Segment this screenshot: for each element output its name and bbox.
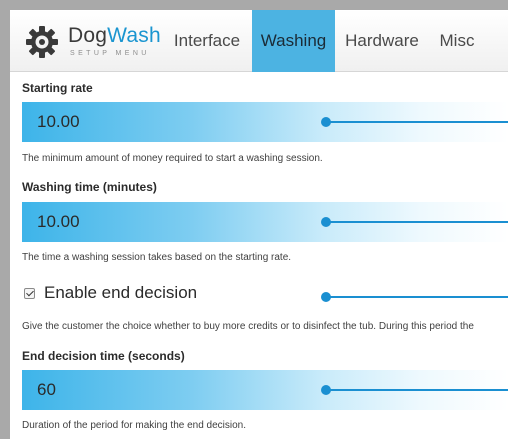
end-decision-label[interactable]: Enable end decision xyxy=(44,283,197,303)
washing-time-help: The time a washing session takes based o… xyxy=(22,252,292,263)
starting-rate-slider-handle[interactable] xyxy=(321,117,331,127)
tab-misc[interactable]: Misc xyxy=(429,10,485,72)
end-decision-time-slider-track[interactable] xyxy=(327,389,508,391)
washing-time-field xyxy=(22,202,508,242)
end-decision-time-input[interactable] xyxy=(22,370,322,410)
end-decision-slider-handle[interactable] xyxy=(321,292,331,302)
end-decision-toggle-row: Enable end decision xyxy=(22,283,508,305)
end-decision-slider-track[interactable] xyxy=(327,296,508,298)
window-frame-top xyxy=(0,0,508,10)
washing-time-input[interactable] xyxy=(22,202,322,242)
end-decision-time-help: Duration of the period for making the en… xyxy=(22,420,247,431)
end-decision-time-slider-handle[interactable] xyxy=(321,385,331,395)
brand-name: DogWash xyxy=(68,24,161,48)
window-frame-left xyxy=(0,0,10,439)
gear-icon xyxy=(26,26,58,58)
tab-interface[interactable]: Interface xyxy=(162,10,252,72)
washing-time-slider-handle[interactable] xyxy=(321,217,331,227)
tab-hardware[interactable]: Hardware xyxy=(335,10,429,72)
starting-rate-input[interactable] xyxy=(22,102,322,142)
starting-rate-help: The minimum amount of money required to … xyxy=(22,153,323,164)
washing-time-label: Washing time (minutes) xyxy=(22,180,157,194)
end-decision-time-label: End decision time (seconds) xyxy=(22,349,185,363)
brand-name-accent: Wash xyxy=(107,24,161,47)
tab-washing[interactable]: Washing xyxy=(252,10,335,72)
brand-name-main: Dog xyxy=(68,24,108,47)
starting-rate-slider-track[interactable] xyxy=(327,121,508,123)
washing-time-slider-track[interactable] xyxy=(327,221,508,223)
end-decision-checkbox[interactable] xyxy=(24,288,35,299)
starting-rate-field xyxy=(22,102,508,142)
brand-subtitle: SETUP MENU xyxy=(70,50,150,57)
end-decision-help: Give the customer the choice whether to … xyxy=(22,321,474,332)
settings-panel: Starting rate The minimum amount of mone… xyxy=(10,72,508,439)
starting-rate-label: Starting rate xyxy=(22,81,93,95)
logo[interactable]: DogWash SETUP MENU xyxy=(24,22,164,62)
end-decision-time-field xyxy=(22,370,508,410)
